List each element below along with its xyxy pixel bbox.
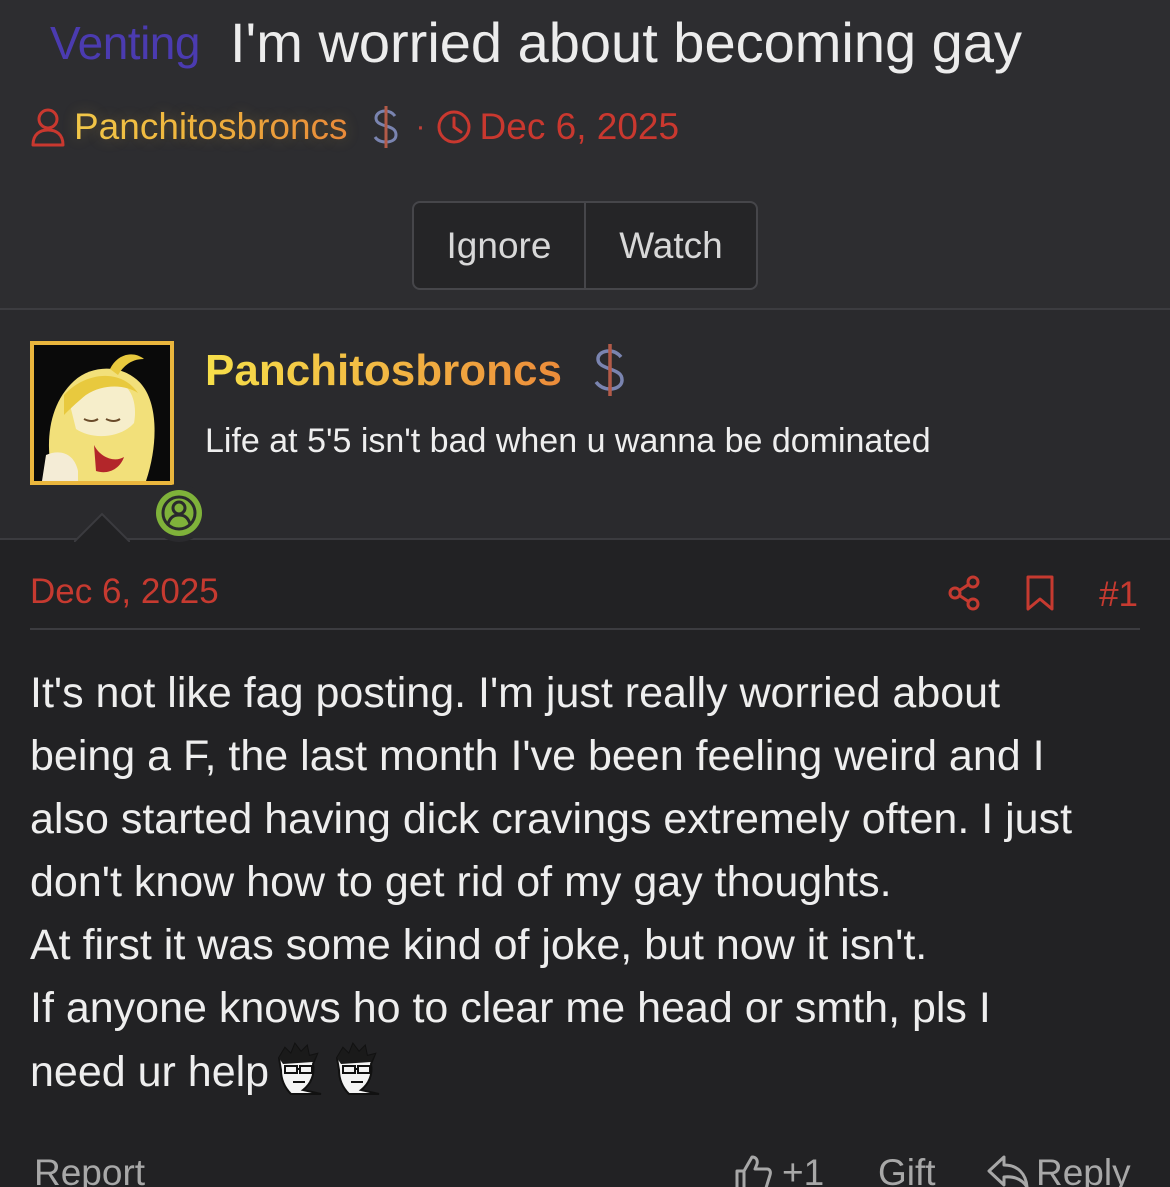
thread-date[interactable]: Dec 6, 2025 [480,106,680,148]
post-date-link[interactable]: Dec 6, 2025 [30,572,219,612]
report-link[interactable]: Report [34,1152,145,1187]
post-divider [30,628,1140,630]
dollar-icon [590,342,630,403]
user-icon [30,107,66,147]
user-title: Life at 5'5 isn't bad when u wanna be do… [205,422,931,460]
share-icon[interactable] [947,575,981,616]
post-actions: #1 [947,572,1138,618]
dollar-icon [370,104,402,150]
thread-action-buttons: Ignore Watch [412,201,758,290]
post-username-link[interactable]: Panchitosbroncs [205,346,562,396]
post-line-last: need ur help [30,1040,1140,1104]
emoji-icon [278,1041,322,1095]
bookmark-icon[interactable] [1025,575,1055,616]
thread-author-link[interactable]: Panchitosbroncs [74,106,348,148]
thread-prefix[interactable]: Venting [50,17,200,69]
post-body: It's not like fag posting. I'm just real… [30,662,1140,1104]
post-user-block: Panchitosbroncs Life at 5'5 isn't bad wh… [0,310,1170,542]
react-button[interactable]: +1 [734,1152,824,1187]
post-line: also started having dick cravings extrem… [30,795,1073,843]
online-status-icon [150,484,208,542]
post-line: It's not like fag posting. I'm just real… [30,669,1001,717]
post-footer: Report +1 Gift Reply [0,1148,1170,1187]
thread-title-row: Venting I'm worried about becoming gay [50,10,1022,75]
emoji-icon [336,1041,380,1095]
post-line: At first it was some kind of joke, but n… [30,921,928,969]
reply-label: Reply [1036,1152,1131,1187]
thumbs-up-icon [735,1155,772,1187]
post-line: need ur help [30,1048,270,1096]
watch-button[interactable]: Watch [586,203,756,288]
thread-header: Venting I'm worried about becoming gay Pa… [0,0,1170,310]
post-line: don't know how to get rid of my gay thou… [30,858,892,906]
post-number-link[interactable]: #1 [1099,575,1138,615]
reaction-count: +1 [782,1152,825,1187]
gift-link[interactable]: Gift [878,1152,936,1187]
message-pointer [74,512,130,542]
reply-button[interactable]: Reply [986,1152,1131,1187]
post-line: being a F, the last month I've been feel… [30,732,1045,780]
post-line: If anyone knows ho to clear me head or s… [30,984,991,1032]
thread-meta: Panchitosbroncs · Dec 6, 2025 [30,102,679,152]
reply-icon [987,1155,1029,1187]
clock-icon [436,109,472,145]
ignore-button[interactable]: Ignore [414,203,586,288]
avatar[interactable] [30,341,208,542]
meta-separator: · [415,110,426,143]
thread-title: I'm worried about becoming gay [229,11,1022,74]
